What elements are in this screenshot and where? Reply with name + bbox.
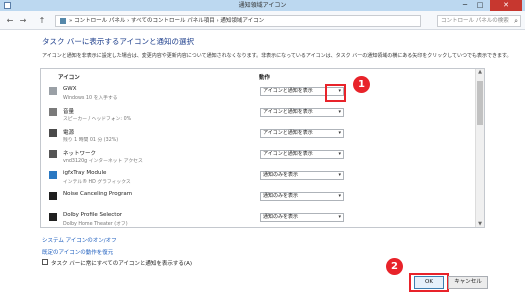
up-arrow-icon[interactable]: ↑ [37,16,47,26]
icon-row: 音量スピーカー / ヘッドフォン: 0% アイコンと通知を表示 ▾ [44,105,474,126]
minimize-button[interactable]: ─ [458,0,472,11]
icon-name: 電源 [63,130,75,136]
app-icon [49,129,57,137]
scroll-thumb[interactable] [477,81,483,125]
back-arrow-icon[interactable]: ← [5,16,15,26]
column-header-icon: アイコン [58,75,80,81]
cancel-button[interactable]: キャンセル [448,276,488,289]
window-title: 通知領域アイコン [238,2,287,9]
chevron-down-icon[interactable]: ▾ [338,151,341,158]
icon-description: Windows 10 を入手する [63,96,118,101]
icon-name: Noise Canceling Program [63,191,133,197]
icon-description: スピーカー / ヘッドフォン: 0% [63,117,132,122]
app-icon [49,150,57,158]
app-icon [49,87,57,95]
scroll-down-icon[interactable]: ▼ [476,221,484,227]
behavior-value: アイコンと通知を表示 [263,88,313,94]
behavior-value: アイコンと通知を表示 [263,130,313,136]
forward-arrow-icon[interactable]: → [18,16,28,26]
icon-name: Dolby Profile Selector [63,212,123,218]
close-button[interactable]: ✕ [490,0,522,11]
icon-description: インテル® HD グラフィックス [63,180,131,185]
address-bar: ← → ↑ » コントロール パネル › すべてのコントロール パネル項目 › … [0,11,525,30]
icon-description: vnd3120g インターネット アクセス [63,159,143,164]
icon-description: 残り 1 時間 01 分 (32%) [63,138,119,143]
icon-name: igfxTray Module [63,170,107,176]
restore-default-link[interactable]: 既定のアイコンの動作を復元 [42,248,113,256]
always-show-label: タスク バーに常にすべてのアイコンと通知を表示する(A) [51,261,192,267]
dropdown-highlight [325,84,346,102]
behavior-value: アイコンと通知を表示 [263,151,313,157]
app-icon [49,213,57,221]
ok-button[interactable]: OK [414,276,444,289]
callout-2: 2 [386,258,403,275]
search-input[interactable]: コントロール パネルの検索 ⌕ [437,15,521,27]
maximize-button[interactable]: □ [473,0,487,11]
chevron-down-icon[interactable]: ▾ [338,172,341,179]
behavior-dropdown[interactable]: アイコンと通知を表示 ▾ [260,129,344,138]
behavior-dropdown[interactable]: 通知のみを表示 ▾ [260,213,344,222]
icon-row: 電源残り 1 時間 01 分 (32%) アイコンと通知を表示 ▾ [44,126,474,147]
chevron-down-icon[interactable]: ▾ [338,109,341,116]
chevron-down-icon[interactable]: ▾ [338,214,341,221]
icon-row: GWX Windows 10 を入手する アイコンと通知を表示 ▾ [44,84,474,105]
icon-name: ネットワーク [63,151,97,157]
breadcrumb-text: » コントロール パネル › すべてのコントロール パネル項目 › 通知領域アイ… [69,18,265,24]
behavior-value: 通知のみを表示 [263,172,299,178]
icon-row: ネットワーク vnd3120g インターネット アクセス アイコンと通知を表示 ▾ [44,147,474,168]
behavior-dropdown[interactable]: 通知のみを表示 ▾ [260,192,344,201]
column-header-action: 動作 [259,75,271,81]
icon-name: 音量 [63,109,75,115]
callout-1: 1 [353,76,370,93]
page-description: アイコンと通知を非表示に設定した場合は、変更内容や更新内容について通知されなくな… [42,53,512,59]
icon-description: Dolby Home Theater (オフ) [63,222,128,227]
page-title: タスク バーに表示するアイコンと通知の選択 [42,37,195,46]
icon-row: Dolby Profile Selector Dolby Home Theater… [44,210,474,227]
always-show-checkbox[interactable] [42,259,48,265]
title-bar: 通知領域アイコン ─ □ ✕ [0,0,525,11]
chevron-down-icon[interactable]: ▾ [338,130,341,137]
system-icons-link[interactable]: システム アイコンのオン/オフ [42,236,117,244]
behavior-dropdown[interactable]: 通知のみを表示 ▾ [260,171,344,180]
icon-name: GWX [63,86,77,92]
icon-list: アイコン 動作 GWX Windows 10 を入手する アイコンと通知を表示 ▾ 音量… [40,68,485,228]
icon-row: igfxTray Module インテル® HD グラフィックス 通知のみを表示 ▾ [44,168,474,189]
behavior-dropdown[interactable]: アイコンと通知を表示 ▾ [260,108,344,117]
search-icon[interactable]: ⌕ [514,16,518,26]
behavior-value: 通知のみを表示 [263,214,299,220]
behavior-value: アイコンと通知を表示 [263,109,313,115]
chevron-down-icon[interactable]: ▾ [338,193,341,200]
scroll-up-icon[interactable]: ▲ [476,69,484,75]
app-icon [49,108,57,116]
app-icon [49,192,57,200]
search-placeholder: コントロール パネルの検索 [441,18,509,24]
icon-row: Noise Canceling Program 通知のみを表示 ▾ [44,189,474,210]
app-icon [49,171,57,179]
behavior-value: 通知のみを表示 [263,193,299,199]
list-scrollbar[interactable]: ▲ ▼ [475,69,484,227]
breadcrumb[interactable]: » コントロール パネル › すべてのコントロール パネル項目 › 通知領域アイ… [55,15,421,27]
behavior-dropdown[interactable]: アイコンと通知を表示 ▾ [260,150,344,159]
control-panel-icon [60,17,66,24]
